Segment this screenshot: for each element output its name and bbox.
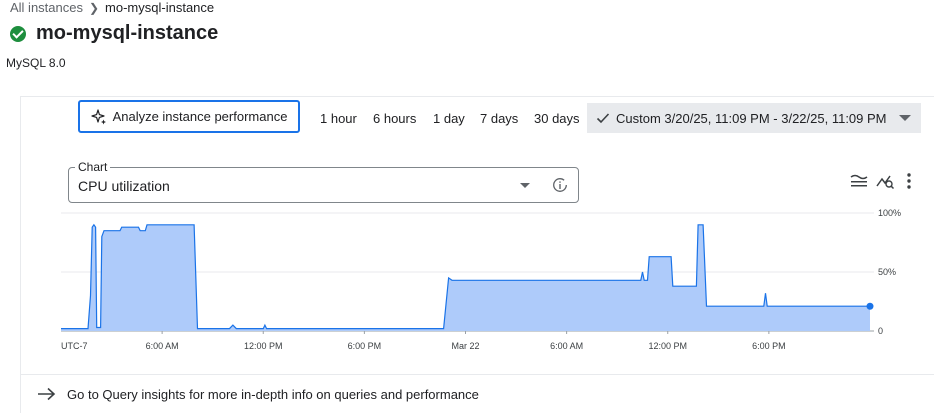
range-30-days[interactable]: 30 days [534,111,580,126]
check-icon [596,113,610,124]
range-6-hours[interactable]: 6 hours [373,111,416,126]
check-circle-icon [10,25,26,42]
chevron-right-icon: ❯ [88,0,100,15]
custom-range-dropdown[interactable]: Custom 3/20/25, 11:09 PM - 3/22/25, 11:0… [587,103,921,133]
database-version: MySQL 8.0 [6,56,66,70]
breadcrumb-current: mo-mysql-instance [105,0,215,15]
breadcrumb: All instances ❯ mo-mysql-instance [10,0,214,15]
caret-down-icon [520,183,530,188]
query-insights-text: Go to Query insights for more in-depth i… [67,386,479,402]
more-vert-icon[interactable] [899,171,919,191]
sparkle-icon [90,108,106,124]
analyze-performance-button[interactable]: Analyze instance performance [78,100,300,133]
arrow-right-icon [38,387,56,401]
range-1-hour[interactable]: 1 hour [320,111,357,126]
legend-toggle-icon[interactable] [849,171,869,191]
performance-card: Analyze instance performance 1 hour 6 ho… [20,96,934,413]
caret-down-icon [899,115,911,121]
chart-select-value: CPU utilization [78,178,170,194]
analyze-performance-label: Analyze instance performance [112,109,288,124]
page-title: mo-mysql-instance [36,22,219,44]
query-insights-link[interactable]: Go to Query insights for more in-depth i… [20,374,934,413]
breadcrumb-all-instances-link[interactable]: All instances [10,0,83,15]
range-7-days[interactable]: 7 days [480,111,518,126]
chart-select-label: Chart [75,160,111,174]
title-row: mo-mysql-instance [10,22,218,45]
explore-chart-icon[interactable] [875,171,895,191]
info-icon[interactable] [552,177,568,193]
range-1-day[interactable]: 1 day [433,111,465,126]
custom-range-label: Custom 3/20/25, 11:09 PM - 3/22/25, 11:0… [616,110,887,126]
chart-type-select[interactable]: Chart CPU utilization [68,160,579,203]
